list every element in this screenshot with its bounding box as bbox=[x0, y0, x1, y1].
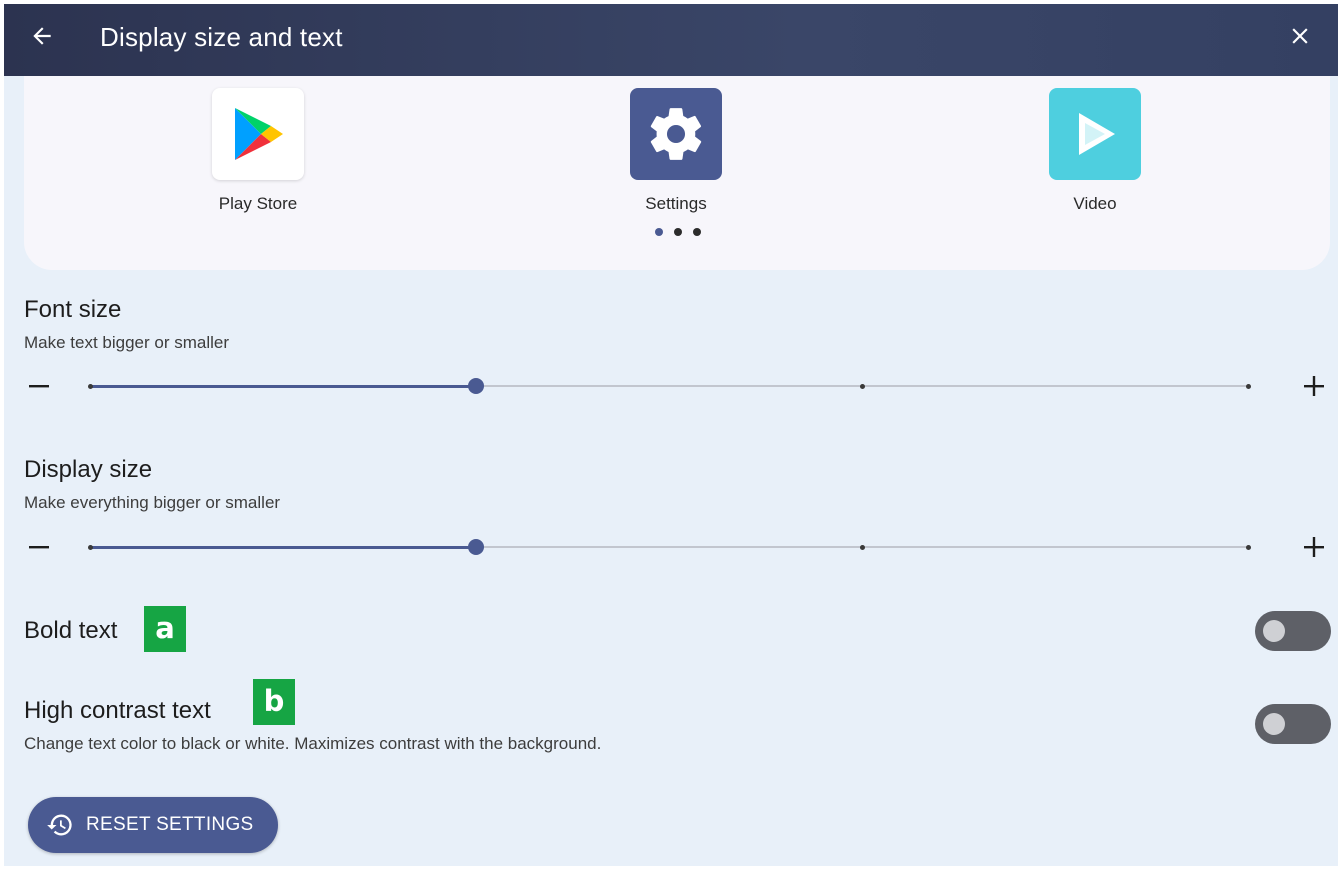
app-settings: Settings bbox=[596, 88, 756, 214]
history-icon bbox=[47, 814, 72, 836]
slider-tick bbox=[1245, 383, 1251, 389]
slider-tick bbox=[859, 544, 865, 550]
play-store-icon bbox=[212, 88, 304, 180]
decrease-button[interactable] bbox=[24, 370, 56, 402]
page-dot bbox=[693, 228, 701, 236]
page-title: Display size and text bbox=[100, 22, 343, 52]
toggle-knob bbox=[1263, 620, 1285, 642]
close-button[interactable] bbox=[1280, 16, 1320, 56]
slider-track[interactable] bbox=[87, 539, 1251, 555]
slider-tick bbox=[859, 383, 865, 389]
decrease-button[interactable] bbox=[24, 531, 56, 563]
slider-tick bbox=[87, 544, 93, 550]
app-label: Video bbox=[1073, 194, 1117, 213]
bold-text-label: Bold text bbox=[24, 617, 118, 644]
slider-track[interactable] bbox=[87, 378, 1251, 394]
slider-fill bbox=[90, 384, 476, 388]
page-dot bbox=[655, 228, 663, 236]
minus-icon bbox=[29, 385, 49, 388]
page-indicator bbox=[648, 226, 708, 238]
app-bar: Display size and text bbox=[4, 4, 1338, 76]
gear-icon bbox=[630, 88, 722, 180]
minus-icon bbox=[29, 546, 49, 549]
preview-panel: Play Store Settings Video bbox=[24, 76, 1330, 270]
slider-fill bbox=[90, 545, 476, 549]
screen: Display size and text Play Store Setting… bbox=[4, 4, 1338, 866]
high-contrast-toggle[interactable] bbox=[1255, 704, 1331, 744]
callout-badge-a: a bbox=[144, 606, 186, 652]
back-button[interactable] bbox=[22, 16, 62, 56]
plus-icon bbox=[1304, 537, 1324, 557]
slider-thumb[interactable] bbox=[468, 539, 484, 555]
toggle-knob bbox=[1263, 713, 1285, 735]
app-label: Play Store bbox=[218, 194, 298, 213]
page-dot bbox=[674, 228, 682, 236]
display-size-title: Display size bbox=[24, 456, 153, 483]
slider-tick bbox=[1245, 544, 1251, 550]
app-play-store: Play Store bbox=[178, 88, 338, 214]
app-label: Settings bbox=[645, 194, 707, 213]
font-size-subtitle: Make text bigger or smaller bbox=[24, 333, 230, 352]
increase-button[interactable] bbox=[1298, 531, 1330, 563]
slider-thumb[interactable] bbox=[468, 378, 484, 394]
reset-settings-label: RESET SETTINGS bbox=[86, 814, 254, 835]
increase-button[interactable] bbox=[1298, 370, 1330, 402]
callout-badge-b: b bbox=[253, 679, 295, 725]
slider-tick bbox=[87, 383, 93, 389]
play-icon bbox=[1049, 88, 1141, 180]
reset-settings-button[interactable]: RESET SETTINGS bbox=[28, 797, 278, 853]
font-size-slider bbox=[24, 370, 1330, 402]
display-size-slider bbox=[24, 531, 1330, 563]
arrow-left-icon bbox=[33, 27, 51, 45]
display-size-subtitle: Make everything bigger or smaller bbox=[24, 493, 281, 512]
high-contrast-description: Change text color to black or white. Max… bbox=[24, 734, 602, 753]
font-size-title: Font size bbox=[24, 296, 122, 323]
plus-icon bbox=[1304, 376, 1324, 396]
high-contrast-label: High contrast text bbox=[24, 697, 211, 724]
bold-text-toggle[interactable] bbox=[1255, 611, 1331, 651]
app-video: Video bbox=[1015, 88, 1175, 214]
close-icon bbox=[1292, 28, 1308, 44]
